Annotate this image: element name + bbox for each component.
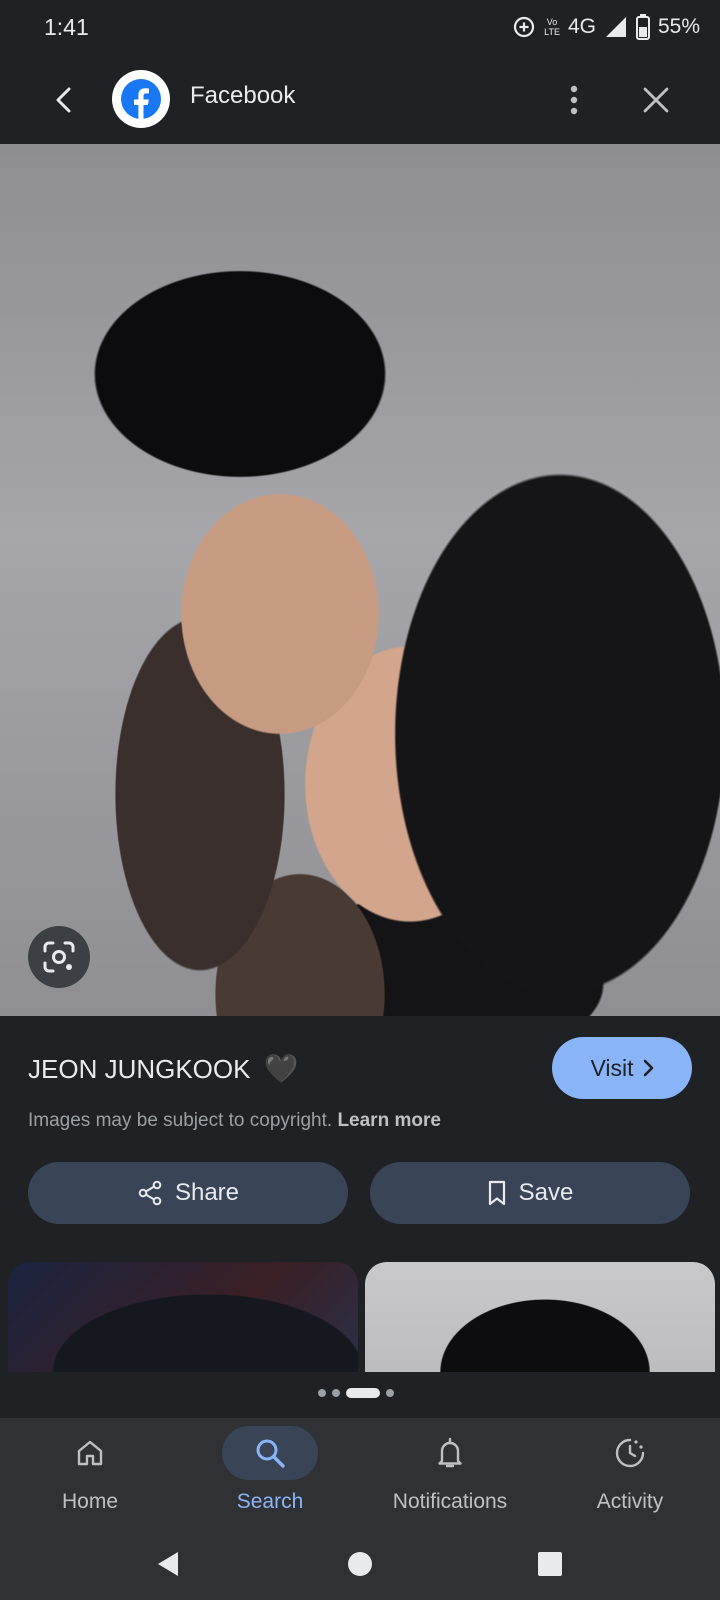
visit-label: Visit [590, 1054, 634, 1081]
chevron-right-icon [643, 1059, 653, 1077]
bell-icon [438, 1437, 462, 1468]
save-label: Save [518, 1179, 574, 1206]
search-icon [256, 1439, 285, 1468]
source-name[interactable]: Facebook [190, 82, 295, 110]
data-saver-icon [514, 16, 535, 38]
battery-percent: 55% [657, 15, 700, 38]
page-dot [386, 1389, 394, 1397]
nav-activity[interactable]: Activity [540, 1418, 720, 1528]
nav-notifications[interactable]: Notifications [360, 1418, 540, 1528]
back-arrow-icon [56, 87, 71, 113]
app-bar: Facebook [0, 56, 720, 144]
system-home-icon [348, 1552, 372, 1576]
nav-activity-label: Activity [596, 1490, 664, 1513]
share-icon [138, 1180, 162, 1206]
lens-button[interactable] [28, 926, 90, 988]
more-options-button[interactable] [552, 78, 596, 122]
more-vert-icon [570, 85, 578, 115]
system-back-icon [158, 1552, 178, 1576]
system-home-button[interactable] [338, 1542, 382, 1586]
learn-more-link[interactable]: Learn more [337, 1110, 440, 1131]
related-image-thumbnail[interactable] [365, 1262, 715, 1372]
close-icon [643, 87, 669, 113]
system-back-button[interactable] [146, 1542, 190, 1586]
google-lens-icon [43, 941, 75, 973]
visit-button[interactable]: Visit [552, 1037, 692, 1099]
page-dot-active [346, 1388, 380, 1398]
share-button[interactable]: Share [28, 1162, 348, 1224]
page-dot [332, 1389, 340, 1397]
close-button[interactable] [634, 78, 678, 122]
main-image[interactable] [0, 144, 720, 1016]
black-heart-emoji: 🖤 [263, 1053, 299, 1084]
volte-indicator: Vo LTE [544, 17, 560, 37]
network-type: 4G [567, 15, 596, 38]
related-image-thumbnail[interactable] [8, 1262, 358, 1372]
system-recents-icon [538, 1552, 562, 1576]
activity-icon [615, 1438, 645, 1468]
back-button[interactable] [42, 78, 86, 122]
page-dot [318, 1389, 326, 1397]
home-icon [77, 1440, 103, 1466]
nav-notifications-label: Notifications [392, 1490, 508, 1513]
share-label: Share [174, 1179, 240, 1206]
system-navigation-bar [0, 1528, 720, 1600]
copyright-text: Images may be subject to copyright. [28, 1110, 333, 1131]
nav-home-label: Home [61, 1490, 119, 1513]
nav-search-label: Search [236, 1490, 304, 1513]
status-icons: Vo LTE 4G 55% [512, 12, 700, 42]
page-indicator [318, 1388, 394, 1398]
nav-search[interactable]: Search [180, 1418, 360, 1528]
status-bar: 1:41 Vo LTE 4G 55% [0, 0, 720, 56]
bookmark-icon [488, 1180, 505, 1206]
status-time: 1:41 [44, 14, 89, 40]
nav-home[interactable]: Home [0, 1418, 180, 1528]
image-title-text: JEON JUNGKOOK [28, 1054, 251, 1084]
signal-icon [605, 17, 626, 37]
image-title: JEON JUNGKOOK 🖤 [28, 1052, 299, 1085]
system-recents-button[interactable] [528, 1542, 572, 1586]
save-button[interactable]: Save [370, 1162, 690, 1224]
bottom-navigation: Home Search Notifications Activity [0, 1418, 720, 1528]
copyright-notice: Images may be subject to copyright. Lear… [28, 1110, 441, 1132]
facebook-logo-icon [121, 79, 161, 119]
source-favicon [112, 70, 170, 128]
battery-icon [635, 14, 650, 40]
